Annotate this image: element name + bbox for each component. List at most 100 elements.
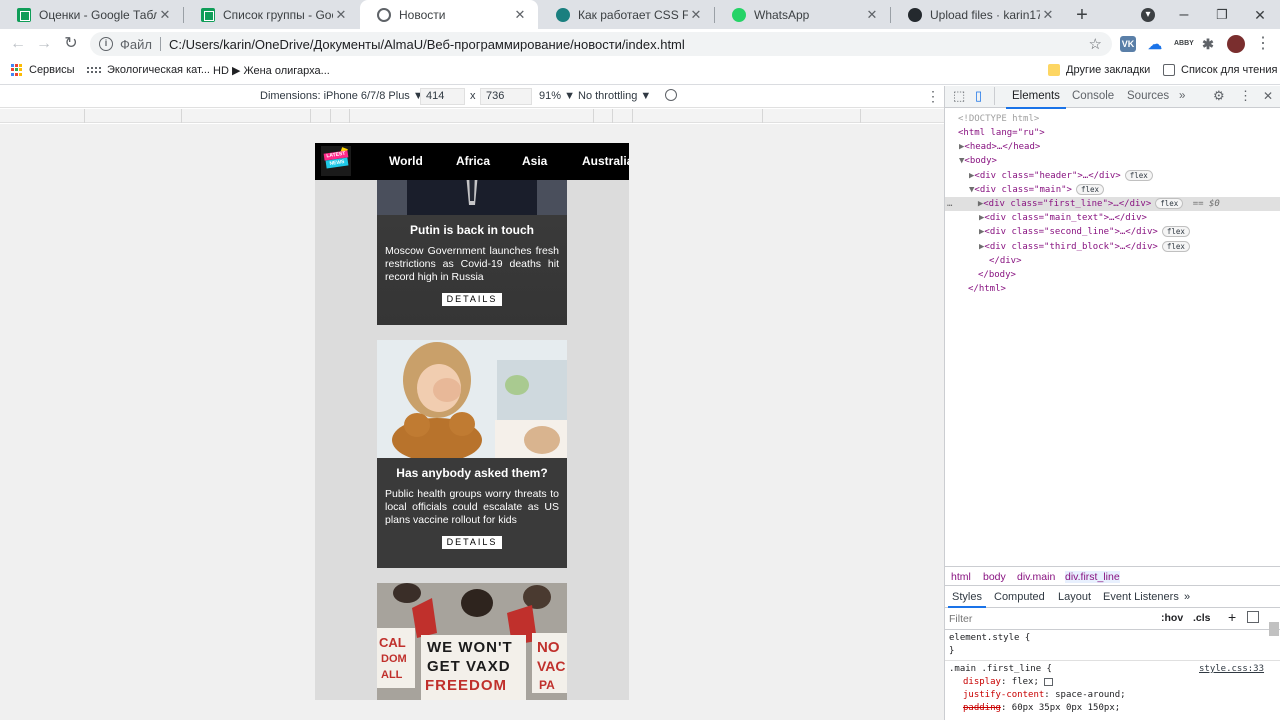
- dom-body-row[interactable]: ▼<body>: [959, 154, 997, 168]
- nav-africa[interactable]: Africa: [456, 154, 490, 168]
- add-rule-button[interactable]: +: [1228, 609, 1236, 625]
- abbyy-extension-icon[interactable]: ABBY: [1174, 36, 1194, 52]
- device-height-input[interactable]: 736: [480, 88, 532, 105]
- flex-badge[interactable]: flex: [1155, 198, 1184, 209]
- puzzle-icon[interactable]: ✱: [1200, 36, 1216, 52]
- details-button[interactable]: DETAILS: [442, 293, 502, 307]
- nav-world[interactable]: World: [389, 154, 423, 168]
- reload-button[interactable]: ↻: [60, 33, 82, 55]
- dom-head-row[interactable]: ▶<head>…</head>: [959, 140, 1040, 154]
- css-value[interactable]: 60px 35px 0px 150px;: [1012, 703, 1120, 713]
- hover-state-toggle[interactable]: :hov: [1161, 612, 1183, 624]
- css-declaration[interactable]: justify-content: space-around;: [963, 689, 1126, 702]
- close-icon[interactable]: ✕: [688, 7, 704, 23]
- device-select[interactable]: Dimensions: iPhone 6/7/8 Plus ▼: [260, 90, 424, 102]
- reading-list[interactable]: Список для чтения: [1163, 64, 1277, 76]
- dom-html-close[interactable]: </html>: [968, 282, 1006, 296]
- avatar[interactable]: [1227, 35, 1245, 53]
- settings-gear-icon[interactable]: ⚙: [1213, 88, 1225, 104]
- dom-second-line-row[interactable]: ▶<div class="second_line">…</div> flex: [979, 225, 1190, 239]
- css-property[interactable]: padding: [963, 703, 1001, 713]
- tab-group-list[interactable]: Список группы - Google Та ✕: [184, 0, 359, 29]
- tab-console[interactable]: Console: [1072, 90, 1114, 102]
- css-declaration[interactable]: padding: 60px 35px 0px 150px;: [963, 702, 1120, 715]
- crumb-html[interactable]: html: [951, 571, 971, 583]
- bookmark-star-icon[interactable]: ☆: [1089, 35, 1102, 53]
- tab-whatsapp[interactable]: WhatsApp ✕: [715, 0, 890, 29]
- device-toggle-icon[interactable]: ▯: [975, 88, 982, 104]
- tab-news[interactable]: Новости ✕: [360, 0, 538, 29]
- url-text[interactable]: C:/Users/karin/OneDrive/Документы/AlmaU/…: [169, 37, 685, 52]
- styles-filter-input[interactable]: [949, 611, 1149, 627]
- rotate-icon[interactable]: [665, 89, 677, 101]
- flex-badge[interactable]: flex: [1161, 226, 1190, 237]
- details-button[interactable]: DETAILS: [442, 536, 502, 550]
- nav-australia[interactable]: Australia: [582, 154, 629, 168]
- tab-github-upload[interactable]: Upload files · karin171/new ✕: [891, 0, 1066, 29]
- inspect-element-icon[interactable]: ⬚: [953, 88, 965, 104]
- vk-extension-icon[interactable]: VK: [1120, 36, 1136, 52]
- address-bar[interactable]: i Файл C:/Users/karin/OneDrive/Документы…: [90, 32, 1112, 56]
- new-tab-button[interactable]: +: [1071, 4, 1093, 26]
- css-value[interactable]: space-around;: [1055, 690, 1125, 700]
- element-style-selector[interactable]: element.style {: [949, 632, 1030, 645]
- tab-computed[interactable]: Computed: [994, 591, 1045, 603]
- maximize-button[interactable]: ❐: [1211, 4, 1233, 26]
- more-tabs-button[interactable]: »: [1179, 90, 1185, 102]
- browser-menu-icon[interactable]: ⋮: [1252, 33, 1274, 55]
- tab-event-listeners[interactable]: Event Listeners: [1103, 591, 1179, 603]
- minimize-button[interactable]: –: [1173, 4, 1195, 26]
- cloud-extension-icon[interactable]: ☁: [1147, 36, 1163, 52]
- css-declaration[interactable]: display: flex;: [963, 676, 1054, 689]
- tab-styles[interactable]: Styles: [948, 591, 986, 608]
- dom-first-line-row[interactable]: … ▶<div class="first_line">…</div> flex =…: [945, 197, 1280, 212]
- class-toggle[interactable]: .cls: [1193, 612, 1211, 624]
- close-icon[interactable]: ✕: [157, 7, 173, 23]
- dom-html[interactable]: <html lang="ru">: [958, 126, 1045, 140]
- crumb-body[interactable]: body: [983, 571, 1006, 583]
- device-width-input[interactable]: 414: [420, 88, 465, 105]
- dom-main-text-row[interactable]: ▶<div class="main_text">…</div>: [979, 211, 1147, 225]
- nav-asia[interactable]: Asia: [522, 154, 547, 168]
- tab-elements[interactable]: Elements: [1006, 90, 1066, 109]
- scrollbar-thumb[interactable]: [1269, 622, 1279, 636]
- rule-selector[interactable]: .main .first_line {: [949, 663, 1052, 676]
- close-icon[interactable]: ✕: [1040, 7, 1056, 23]
- close-icon[interactable]: ✕: [333, 7, 349, 23]
- tab-layout[interactable]: Layout: [1058, 591, 1091, 603]
- throttling-select[interactable]: No throttling ▼: [578, 90, 651, 102]
- zoom-select[interactable]: 91% ▼: [539, 90, 575, 102]
- dom-main-row[interactable]: ▼<div class="main"> flex: [969, 183, 1105, 197]
- info-icon[interactable]: i: [99, 37, 113, 51]
- dom-header-row[interactable]: ▶<div class="header">…</div> flex: [969, 169, 1153, 183]
- close-icon[interactable]: ✕: [864, 7, 880, 23]
- forward-button[interactable]: →: [33, 33, 55, 55]
- flex-badge[interactable]: flex: [1075, 184, 1105, 195]
- tab-css-flexbox[interactable]: Как работает CSS Flexbox: ✕: [539, 0, 714, 29]
- source-link[interactable]: style.css:33: [1199, 663, 1264, 676]
- close-icon[interactable]: ✕: [512, 7, 528, 23]
- bookmark-eco[interactable]: Экологическая кат...: [87, 64, 210, 76]
- dom-div-close[interactable]: </div>: [989, 254, 1022, 268]
- tab-sources[interactable]: Sources: [1127, 90, 1169, 102]
- toggle-sidebar-icon[interactable]: [1247, 611, 1259, 623]
- flexbox-editor-icon[interactable]: [1044, 677, 1054, 686]
- tab-grades-sheet[interactable]: Оценки - Google Таблицы ✕: [0, 0, 183, 29]
- latest-news-logo[interactable]: LATEST NEWS: [321, 146, 351, 176]
- tab-search-button[interactable]: ▾: [1137, 4, 1159, 26]
- bookmark-apps[interactable]: Сервисы: [11, 64, 75, 76]
- device-menu-icon[interactable]: ⋮: [926, 88, 940, 105]
- back-button[interactable]: ←: [7, 33, 29, 55]
- close-icon[interactable]: ✕: [1263, 89, 1273, 103]
- close-window-button[interactable]: ✕: [1249, 4, 1271, 26]
- dom-doctype[interactable]: <!DOCTYPE html>: [958, 112, 1039, 126]
- crumb-div-first-line[interactable]: div.first_line: [1065, 571, 1120, 583]
- flex-badge[interactable]: flex: [1124, 170, 1153, 181]
- css-property[interactable]: display: [963, 677, 1001, 687]
- bookmark-video[interactable]: HD ▶ Жена олигарха...: [213, 64, 330, 77]
- css-value[interactable]: flex;: [1012, 677, 1039, 687]
- devtools-menu-icon[interactable]: ⋮: [1239, 88, 1252, 104]
- dom-body-close[interactable]: </body>: [978, 268, 1016, 282]
- flex-badge[interactable]: flex: [1161, 241, 1190, 252]
- css-property[interactable]: justify-content: [963, 690, 1044, 700]
